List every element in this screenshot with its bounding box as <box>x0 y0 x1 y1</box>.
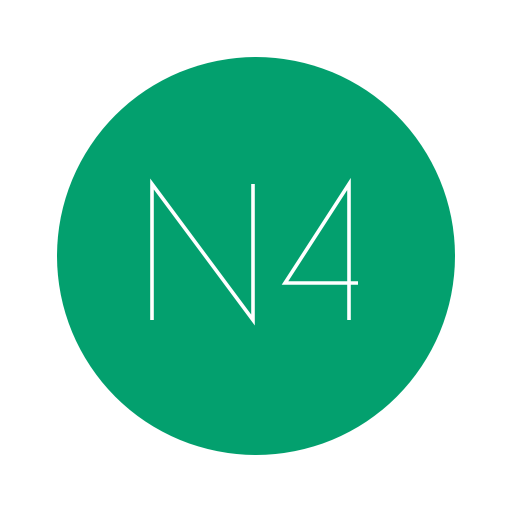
app-icon-canvas: N4 <box>0 0 512 512</box>
logo-digit-4 <box>281 177 358 320</box>
logo-letter-n <box>150 178 255 326</box>
app-icon-logo <box>150 177 358 326</box>
